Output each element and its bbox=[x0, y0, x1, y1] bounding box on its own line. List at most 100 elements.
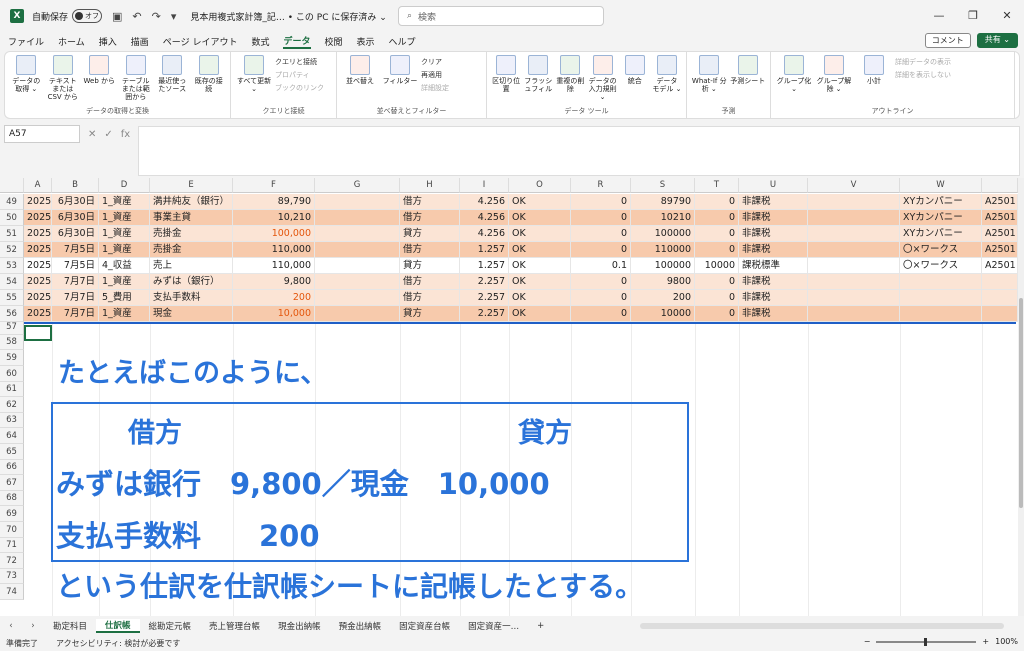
menu-tab-0[interactable]: ファイル bbox=[8, 35, 44, 48]
table-cell[interactable] bbox=[808, 306, 900, 322]
row-header[interactable]: 69 bbox=[0, 506, 24, 522]
table-cell[interactable] bbox=[900, 274, 982, 290]
row-header[interactable]: 60 bbox=[0, 365, 24, 382]
sheet-tab[interactable]: 総勘定元帳 bbox=[140, 620, 201, 632]
table-cell[interactable]: 7月7日 bbox=[52, 274, 99, 290]
menu-tab-2[interactable]: 挿入 bbox=[99, 35, 117, 48]
table-cell[interactable] bbox=[315, 210, 400, 226]
row-header[interactable]: 54 bbox=[0, 274, 24, 290]
row-header[interactable]: 58 bbox=[0, 334, 24, 351]
table-cell[interactable]: 110,000 bbox=[233, 258, 315, 274]
column-header[interactable]: U bbox=[739, 178, 808, 193]
horizontal-scrollbar[interactable] bbox=[640, 623, 1004, 629]
table-cell[interactable]: 6月30日 bbox=[52, 226, 99, 242]
table-cell[interactable]: 売掛金 bbox=[150, 226, 233, 242]
menu-tab-3[interactable]: 描画 bbox=[131, 35, 149, 48]
table-cell[interactable]: 0 bbox=[571, 210, 631, 226]
table-cell[interactable]: 1.257 bbox=[460, 258, 509, 274]
sheet-tab[interactable]: 勘定科目 bbox=[44, 620, 96, 632]
table-cell[interactable] bbox=[982, 274, 1018, 290]
table-cell[interactable]: 4.256 bbox=[460, 194, 509, 210]
menu-tab-7[interactable]: 校閲 bbox=[325, 35, 343, 48]
sheet-tab[interactable]: 現金出納帳 bbox=[269, 620, 330, 632]
share-button[interactable]: 共有 ⌄ bbox=[976, 33, 1018, 48]
table-cell[interactable]: 非課税 bbox=[739, 306, 808, 322]
table-cell[interactable]: 非課税 bbox=[739, 210, 808, 226]
table-cell[interactable]: 200 bbox=[233, 290, 315, 306]
row-header[interactable]: 55 bbox=[0, 290, 24, 306]
worksheet-grid[interactable]: 74 73 72 71 70 69 68 67 66 65 64 63 62 61 60 59 58 57 たとえ… bbox=[0, 178, 1018, 616]
prev-sheet-icon[interactable]: ‹ bbox=[0, 621, 22, 631]
table-cell[interactable]: 10,000 bbox=[233, 306, 315, 322]
table-cell[interactable]: OK bbox=[509, 242, 571, 258]
ribbon-small-button-1-1[interactable]: プロパティ bbox=[275, 70, 324, 80]
table-cell[interactable]: XYカンパニー bbox=[900, 210, 982, 226]
table-cell[interactable]: 89790 bbox=[631, 194, 695, 210]
table-cell[interactable]: 2.257 bbox=[460, 274, 509, 290]
comment-button[interactable]: コメント bbox=[924, 33, 971, 48]
table-cell[interactable]: 100,000 bbox=[233, 226, 315, 242]
column-header[interactable]: S bbox=[631, 178, 695, 193]
table-cell[interactable] bbox=[315, 194, 400, 210]
table-cell[interactable]: XYカンパニー bbox=[900, 194, 982, 210]
table-cell[interactable]: OK bbox=[509, 226, 571, 242]
row-header[interactable]: 63 bbox=[0, 412, 24, 429]
table-cell[interactable]: A2501 bbox=[982, 226, 1018, 242]
table-cell[interactable]: 0 bbox=[695, 306, 739, 322]
formula-input[interactable] bbox=[138, 126, 1020, 176]
row-header[interactable]: 70 bbox=[0, 521, 24, 538]
column-header[interactable]: W bbox=[900, 178, 982, 193]
table-cell[interactable]: 2025 bbox=[24, 258, 52, 274]
table-cell[interactable]: A2501 bbox=[982, 258, 1018, 274]
table-cell[interactable]: 2.257 bbox=[460, 306, 509, 322]
table-cell[interactable]: 7月7日 bbox=[52, 306, 99, 322]
column-header[interactable]: H bbox=[400, 178, 460, 193]
table-cell[interactable]: 0 bbox=[571, 274, 631, 290]
ribbon-small-button-2-2[interactable]: 詳細設定 bbox=[421, 83, 449, 93]
cancel-icon[interactable]: ✕ bbox=[88, 129, 96, 140]
table-cell[interactable] bbox=[315, 226, 400, 242]
table-cell[interactable]: 0 bbox=[695, 210, 739, 226]
table-cell[interactable]: 0 bbox=[695, 290, 739, 306]
document-title[interactable]: 見本用複式家計簿_記… • この PC に保存済み ⌄ bbox=[190, 10, 386, 23]
ribbon-small-button-5-1[interactable]: 詳細を表示しない bbox=[895, 70, 951, 80]
select-all-corner[interactable] bbox=[0, 178, 24, 193]
table-cell[interactable]: 9800 bbox=[631, 274, 695, 290]
table-cell[interactable]: XYカンパニー bbox=[900, 226, 982, 242]
minimize-icon[interactable]: — bbox=[922, 0, 956, 30]
row-header[interactable]: 49 bbox=[0, 194, 24, 210]
row-header[interactable]: 68 bbox=[0, 490, 24, 507]
table-cell[interactable]: 〇×ワークス bbox=[900, 242, 982, 258]
column-header[interactable]: A bbox=[24, 178, 52, 193]
column-header[interactable]: G bbox=[315, 178, 400, 193]
table-cell[interactable] bbox=[808, 290, 900, 306]
table-cell[interactable]: 課税標準 bbox=[739, 258, 808, 274]
column-header[interactable]: O bbox=[509, 178, 571, 193]
zoom-level[interactable]: 100% bbox=[995, 637, 1018, 646]
table-cell[interactable] bbox=[315, 290, 400, 306]
table-cell[interactable]: 2025 bbox=[24, 290, 52, 306]
table-cell[interactable]: 貸方 bbox=[400, 306, 460, 322]
table-cell[interactable]: 6月30日 bbox=[52, 210, 99, 226]
row-header[interactable]: 73 bbox=[0, 568, 24, 585]
table-cell[interactable]: OK bbox=[509, 258, 571, 274]
table-cell[interactable]: 4.256 bbox=[460, 210, 509, 226]
table-cell[interactable]: 0.1 bbox=[571, 258, 631, 274]
table-cell[interactable] bbox=[808, 242, 900, 258]
menu-tab-9[interactable]: ヘルプ bbox=[389, 35, 416, 48]
table-cell[interactable]: 2025 bbox=[24, 226, 52, 242]
menu-tab-6[interactable]: データ bbox=[283, 34, 311, 49]
table-cell[interactable]: 10000 bbox=[631, 306, 695, 322]
row-header[interactable]: 71 bbox=[0, 537, 24, 554]
table-cell[interactable]: 0 bbox=[571, 226, 631, 242]
table-cell[interactable]: 2025 bbox=[24, 194, 52, 210]
table-cell[interactable]: 満井純友（銀行） bbox=[150, 194, 233, 210]
table-cell[interactable]: 110,000 bbox=[233, 242, 315, 258]
table-cell[interactable]: 非課税 bbox=[739, 194, 808, 210]
table-cell[interactable]: OK bbox=[509, 306, 571, 322]
row-header[interactable]: 61 bbox=[0, 381, 24, 398]
table-cell[interactable]: 事業主貸 bbox=[150, 210, 233, 226]
ribbon-small-button-1-0[interactable]: クエリと接続 bbox=[275, 57, 324, 67]
table-cell[interactable]: 4.256 bbox=[460, 226, 509, 242]
ribbon-small-button-5-0[interactable]: 詳細データの表示 bbox=[895, 57, 951, 67]
